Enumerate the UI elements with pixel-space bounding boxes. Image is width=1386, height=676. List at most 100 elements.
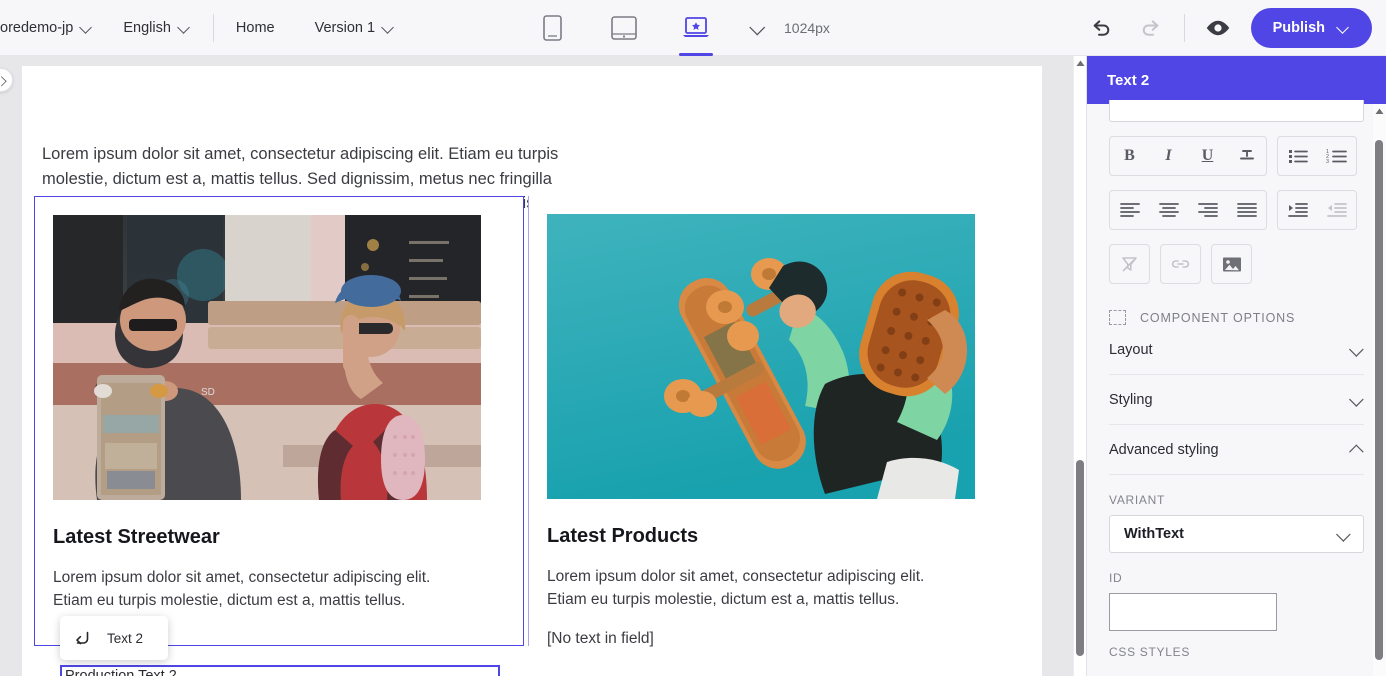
card-image-streetwear[interactable]: SD: [53, 215, 481, 500]
card-body[interactable]: Lorem ipsum dolor sit amet, consectetur …: [53, 566, 469, 612]
viewport-width-label: 1024px: [784, 19, 830, 36]
toolbar-divider: [212, 13, 214, 42]
decrease-indent-button[interactable]: [1317, 191, 1356, 229]
project-controls: oredemo-jp English: [0, 10, 197, 46]
sidebar-scrollbar-thumb[interactable]: [1375, 140, 1383, 660]
selection-badge[interactable]: Text 2: [60, 616, 168, 660]
align-center-button[interactable]: [1149, 191, 1188, 229]
eye-icon: [1206, 20, 1229, 35]
component-options-header: COMPONENT OPTIONS: [1109, 310, 1364, 325]
link-icon: [1171, 260, 1190, 268]
mobile-view-button[interactable]: [530, 6, 574, 50]
character-format-group: B I U: [1109, 136, 1267, 176]
increase-indent-button[interactable]: [1278, 191, 1317, 229]
bulleted-list-button[interactable]: [1278, 137, 1317, 175]
chevron-down-icon: [382, 21, 395, 34]
top-toolbar: oredemo-jp English Home Version 1 1024px…: [0, 0, 1386, 56]
chevron-down-icon: [1337, 527, 1352, 542]
sidebar-title: Text 2: [1107, 71, 1150, 89]
accordion-layout-label: Layout: [1109, 341, 1153, 358]
tablet-icon: [611, 15, 637, 40]
desktop-view-button[interactable]: [674, 6, 718, 56]
arrow-up-left-icon: [76, 631, 89, 644]
desktop-star-icon: [683, 16, 709, 37]
alignment-group: [1109, 190, 1267, 230]
insert-image-button[interactable]: [1211, 244, 1252, 284]
page-preview[interactable]: Lorem ipsum dolor sit amet, consectetur …: [22, 66, 1042, 676]
tablet-view-button[interactable]: [602, 6, 646, 50]
variant-select-value: WithText: [1124, 526, 1185, 542]
page-controls: Home Version 1: [230, 10, 401, 46]
clear-formatting-button[interactable]: [1109, 244, 1150, 284]
accordion-advanced-styling-label: Advanced styling: [1109, 441, 1219, 458]
chevron-down-icon: [1337, 21, 1350, 34]
scroll-up-arrow-icon[interactable]: [1075, 58, 1086, 69]
streetwear-photo: SD: [53, 215, 481, 500]
canvas-area: Lorem ipsum dolor sit amet, consectetur …: [0, 56, 1086, 676]
viewport-dropdown-button[interactable]: [736, 6, 780, 50]
insert-row: [1109, 244, 1364, 284]
chevron-down-icon: [1350, 342, 1365, 357]
preview-button[interactable]: [1199, 9, 1237, 47]
align-left-button[interactable]: [1110, 191, 1149, 229]
underline-button[interactable]: U: [1188, 137, 1227, 175]
language-selector-label: English: [123, 19, 171, 36]
page-selector[interactable]: Home: [230, 10, 281, 46]
align-left-icon: [1119, 203, 1140, 217]
bulleted-list-icon: [1288, 150, 1308, 163]
sidebar-scrollbar[interactable]: [1373, 104, 1386, 676]
language-selector[interactable]: English: [117, 10, 197, 46]
card-empty-field-placeholder[interactable]: [No text in field]: [547, 627, 1000, 650]
numbered-list-button[interactable]: 123: [1317, 137, 1356, 175]
card-image-products[interactable]: [547, 214, 975, 499]
insert-link-button[interactable]: [1160, 244, 1201, 284]
accordion-styling-label: Styling: [1109, 391, 1153, 408]
sidebar-header: Text 2: [1087, 56, 1386, 104]
chevron-left-icon: [0, 75, 6, 85]
version-selector[interactable]: Version 1: [309, 10, 401, 46]
card-latest-products[interactable]: Latest Products Lorem ipsum dolor sit am…: [528, 196, 1018, 647]
component-options-label: COMPONENT OPTIONS: [1140, 310, 1296, 325]
device-switcher: 1024px: [530, 6, 830, 56]
sidebar-body: B I U 1 2 3 COMPONENT OPTIONS Layout Sty…: [1087, 100, 1386, 659]
accordion-layout[interactable]: Layout: [1109, 325, 1364, 375]
id-input[interactable]: [1109, 593, 1277, 631]
card-latest-streetwear[interactable]: SD Latest Streetwear Lorem ipsum dolor s…: [34, 196, 524, 646]
card-body[interactable]: Lorem ipsum dolor sit amet, consectetur …: [547, 565, 963, 611]
id-label: ID: [1109, 571, 1123, 585]
alignment-row: [1109, 190, 1364, 230]
align-right-button[interactable]: [1188, 191, 1227, 229]
canvas-scrollbar-thumb[interactable]: [1076, 460, 1084, 656]
properties-sidebar: Text 2 B I U 1 2 3 COMPONENT OPTIONS Lay…: [1086, 56, 1386, 676]
accordion-advanced-styling[interactable]: Advanced styling: [1109, 425, 1364, 475]
accordion-styling[interactable]: Styling: [1109, 375, 1364, 425]
selection-badge-label: Text 2: [107, 630, 144, 646]
inline-text-field[interactable]: Production Text 2: [60, 665, 500, 676]
publish-button[interactable]: Publish: [1250, 7, 1372, 48]
variant-select[interactable]: WithText: [1109, 515, 1364, 553]
chevron-down-icon: [1350, 392, 1365, 407]
align-justify-icon: [1236, 203, 1257, 217]
numbered-list-icon: 123: [1326, 149, 1347, 164]
scroll-up-arrow-icon[interactable]: [1374, 106, 1385, 117]
publish-button-label: Publish: [1272, 19, 1325, 36]
canvas-scrollbar[interactable]: [1073, 56, 1086, 676]
site-selector[interactable]: oredemo-jp: [0, 10, 99, 46]
card-title[interactable]: Latest Products: [547, 525, 1000, 548]
align-justify-button[interactable]: [1227, 191, 1266, 229]
version-selector-label: Version 1: [314, 19, 376, 36]
chevron-up-icon: [1350, 442, 1365, 457]
chevron-down-icon: [178, 21, 191, 34]
italic-button[interactable]: I: [1149, 137, 1188, 175]
card-title[interactable]: Latest Streetwear: [53, 526, 505, 549]
undo-button[interactable]: [1082, 9, 1120, 47]
bold-button[interactable]: B: [1110, 137, 1149, 175]
variant-label: VARIANT: [1109, 493, 1166, 507]
increase-indent-icon: [1287, 203, 1308, 217]
text-value-input[interactable]: [1109, 100, 1364, 122]
list-format-group: 123: [1277, 136, 1357, 176]
strikethrough-button[interactable]: [1227, 137, 1266, 175]
align-center-icon: [1158, 203, 1179, 217]
redo-button[interactable]: [1132, 9, 1170, 47]
css-styles-label: CSS STYLES: [1109, 645, 1191, 659]
